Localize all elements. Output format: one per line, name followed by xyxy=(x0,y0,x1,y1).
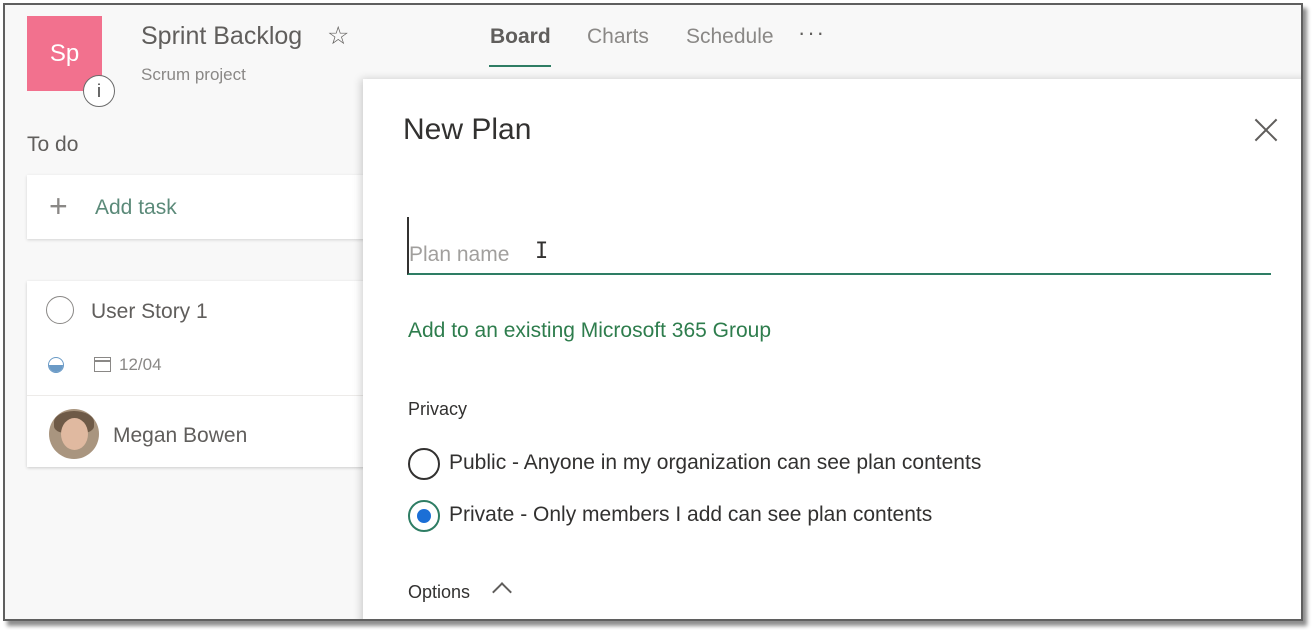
star-icon[interactable]: ☆ xyxy=(327,21,349,51)
task-title: User Story 1 xyxy=(91,300,208,323)
card-divider xyxy=(27,395,372,396)
plus-icon: + xyxy=(49,188,68,224)
tab-board[interactable]: Board xyxy=(490,25,551,49)
add-to-group-link[interactable]: Add to an existing Microsoft 365 Group xyxy=(408,319,771,343)
task-card[interactable]: User Story 1 12/04 Megan Bowen xyxy=(27,281,372,467)
new-plan-panel: New Plan I Add to an existing Microsoft … xyxy=(363,79,1301,619)
plan-subtitle: Scrum project xyxy=(141,65,246,84)
privacy-public-label: Public - Anyone in my organization can s… xyxy=(449,451,982,474)
page-title: Sprint Backlog xyxy=(141,22,303,50)
bucket-title: To do xyxy=(27,133,79,156)
more-options-icon[interactable]: ··· xyxy=(798,20,826,46)
privacy-label: Privacy xyxy=(408,399,468,419)
tab-schedule[interactable]: Schedule xyxy=(686,25,774,49)
add-task-label: Add task xyxy=(95,196,177,219)
add-task-button[interactable]: + Add task xyxy=(27,175,372,239)
avatar[interactable] xyxy=(49,409,99,459)
chevron-up-icon[interactable] xyxy=(492,582,512,602)
progress-half-icon xyxy=(48,357,64,373)
assignee-name: Megan Bowen xyxy=(113,424,248,447)
radio-private[interactable] xyxy=(408,500,440,532)
app-window: Sp i Sprint Backlog ☆ Scrum project Boar… xyxy=(3,3,1303,621)
complete-task-checkbox[interactable] xyxy=(46,296,74,324)
options-toggle[interactable]: Options xyxy=(408,582,470,603)
close-icon[interactable] xyxy=(1253,117,1279,143)
radio-public[interactable] xyxy=(408,448,440,480)
panel-title: New Plan xyxy=(403,113,532,146)
text-cursor-icon: I xyxy=(535,239,549,264)
privacy-private-label: Private - Only members I add can see pla… xyxy=(449,503,933,526)
calendar-icon xyxy=(94,357,111,372)
tab-charts[interactable]: Charts xyxy=(587,25,649,49)
active-tab-indicator xyxy=(489,65,551,67)
due-date: 12/04 xyxy=(119,355,162,374)
info-icon[interactable]: i xyxy=(83,75,115,107)
